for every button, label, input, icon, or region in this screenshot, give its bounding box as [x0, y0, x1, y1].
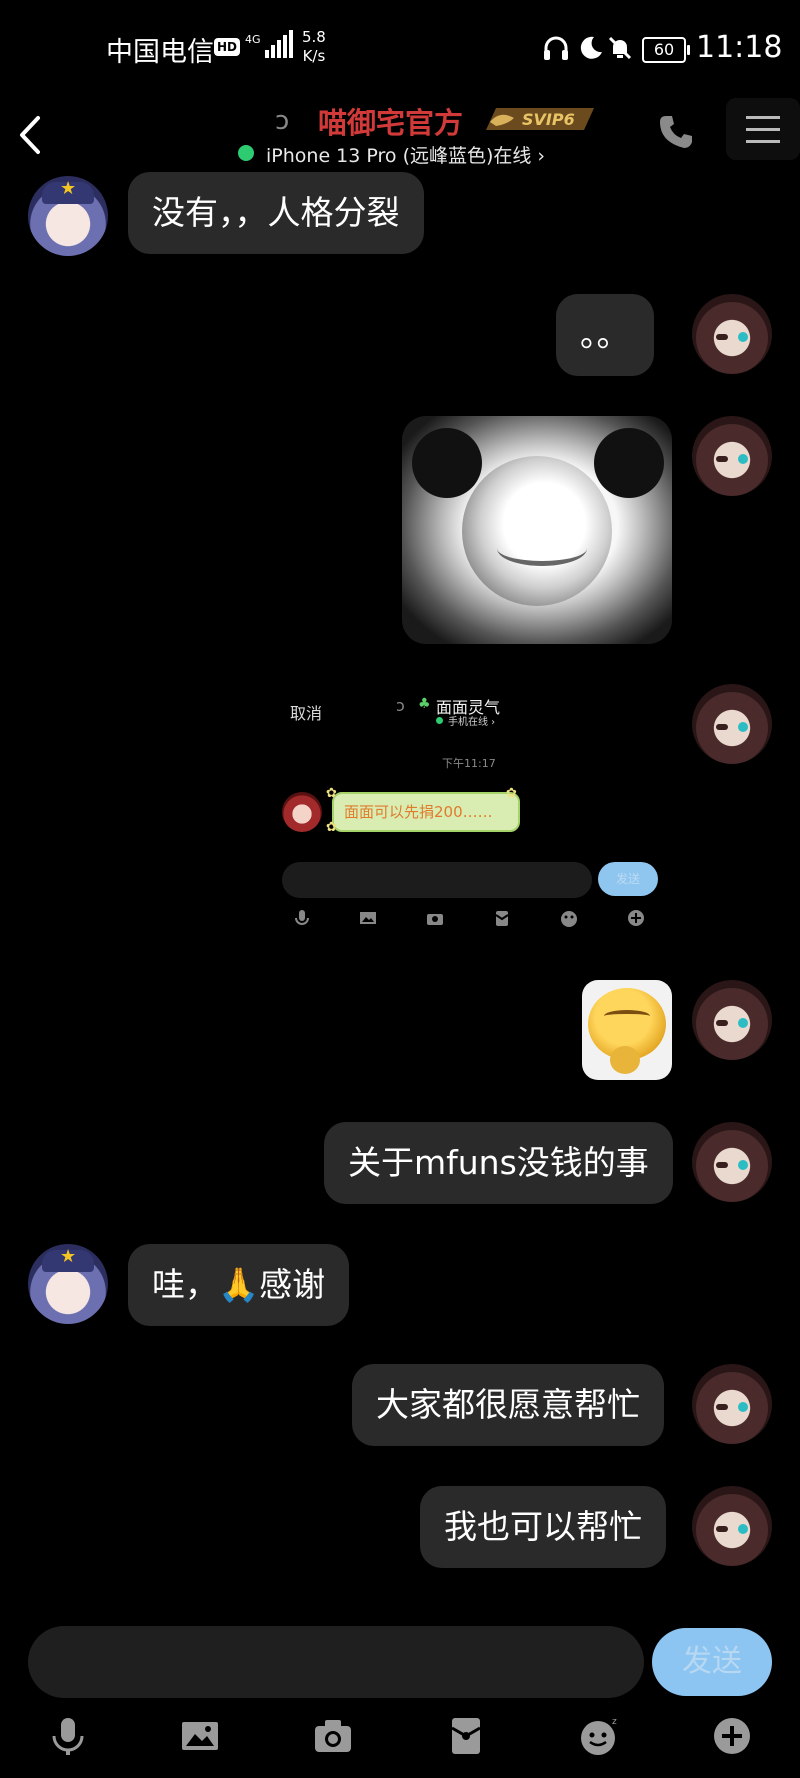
speed-value: 5.8	[302, 28, 326, 46]
ear-icon: ↄ	[275, 106, 290, 136]
clock: 11:18	[696, 30, 783, 65]
my-avatar[interactable]	[692, 1486, 772, 1566]
svip-label: SVIP6	[522, 110, 575, 129]
screenshot-leaf-icon: ♣	[418, 696, 431, 712]
flower-icon: ✿	[506, 786, 517, 801]
speed-unit: K/s	[302, 47, 326, 65]
screenshot-contact-status: 手机在线 ›	[448, 717, 496, 728]
message-input[interactable]	[28, 1626, 644, 1698]
message-bubble[interactable]: 关于mfuns没钱的事	[324, 1122, 673, 1204]
flower-icon: ✿	[326, 786, 337, 801]
screenshot-send-button: 发送	[598, 862, 658, 896]
device-status[interactable]: iPhone 13 Pro (远峰蓝色)在线 ›	[266, 141, 545, 168]
mic-icon[interactable]	[46, 1714, 90, 1758]
screenshot-timestamp: 下午11:17	[442, 757, 496, 770]
svg-text:z: z	[612, 1717, 617, 1727]
screenshot-ear-icon: ↄ	[396, 696, 405, 715]
moon-icon	[580, 36, 602, 59]
mute-bell-icon	[608, 36, 632, 60]
network-type: 4G	[245, 33, 261, 46]
signal-icon	[265, 30, 295, 58]
emoji-icon	[561, 911, 577, 927]
yellow-blob-sticker[interactable]	[582, 980, 672, 1080]
online-dot	[238, 145, 254, 161]
phone-call-icon[interactable]	[656, 112, 696, 152]
svip-badge: SVIP6	[486, 108, 594, 130]
my-avatar[interactable]	[692, 980, 772, 1060]
emoji-icon[interactable]: z	[578, 1714, 622, 1758]
message-bubble[interactable]: 大家都很愿意帮忙	[352, 1364, 664, 1446]
screenshot-message: 面面可以先捐200……	[332, 792, 520, 832]
screenshot-cancel-label: 取消	[290, 704, 323, 723]
carrier-label: 中国电信	[106, 37, 214, 68]
chat-title[interactable]: 喵御宅官方	[318, 100, 463, 142]
my-avatar[interactable]	[692, 294, 772, 374]
plus-icon[interactable]	[710, 1714, 754, 1758]
send-button[interactable]: 发送	[652, 1628, 772, 1696]
image-icon	[360, 912, 376, 924]
screenshot-online-dot	[436, 717, 443, 724]
message-bubble[interactable]: 。。	[556, 294, 654, 376]
status-bar: 中国电信 HD 4G 5.8 K/s 60 11:18	[0, 0, 800, 96]
mic-icon	[295, 910, 309, 925]
net-speed: 5.8 K/s	[302, 28, 326, 66]
message-bubble[interactable]: 没有，，人格分裂	[128, 172, 424, 254]
contact-avatar[interactable]: ★	[28, 1244, 108, 1324]
my-avatar[interactable]	[692, 1364, 772, 1444]
flower-icon: ✿	[326, 820, 337, 835]
plus-icon	[628, 910, 644, 926]
battery-indicator: 60	[642, 37, 690, 63]
image-icon[interactable]	[178, 1714, 222, 1758]
camera-icon[interactable]	[311, 1714, 355, 1758]
camera-icon	[427, 914, 443, 925]
message-bubble[interactable]: 我也可以帮忙	[420, 1486, 666, 1568]
message-bubble[interactable]: 哇，🙏感谢	[128, 1244, 350, 1326]
red-packet-icon	[495, 911, 509, 926]
my-avatar[interactable]	[692, 684, 772, 764]
back-icon[interactable]	[10, 110, 50, 160]
screenshot-avatar	[282, 792, 322, 832]
menu-button[interactable]	[726, 98, 800, 160]
headphones-icon	[544, 36, 568, 60]
screenshot-input	[282, 862, 592, 898]
panda-meme-sticker[interactable]	[402, 416, 672, 644]
contact-avatar[interactable]: ★	[28, 176, 108, 256]
red-packet-icon[interactable]	[444, 1714, 488, 1758]
my-avatar[interactable]	[692, 416, 772, 496]
hd-badge: HD	[214, 38, 241, 56]
my-avatar[interactable]	[692, 1122, 772, 1202]
